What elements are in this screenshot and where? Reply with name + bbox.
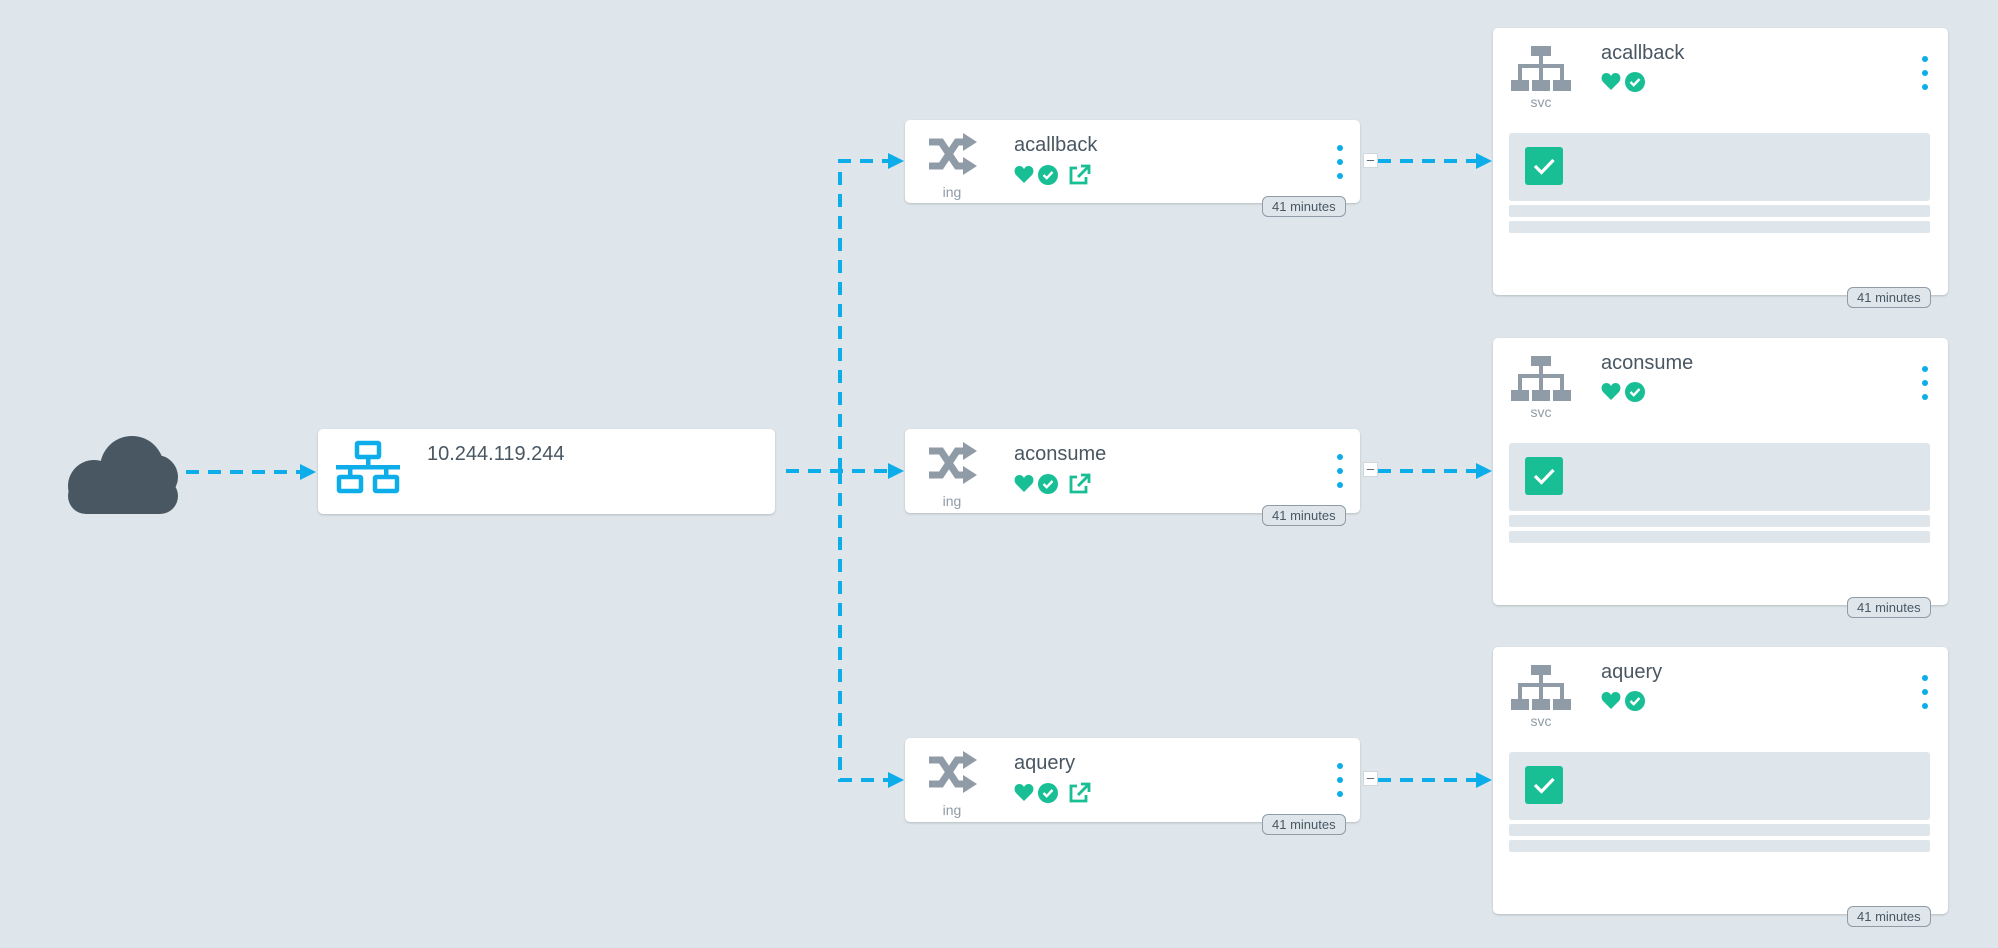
edge-arrowhead <box>1476 153 1492 169</box>
edge-arrowhead <box>1476 772 1492 788</box>
ingress-status <box>1014 473 1092 495</box>
pod-check-icon[interactable] <box>1525 766 1563 804</box>
service-kind-label: svc <box>1530 713 1552 729</box>
heart-icon <box>1601 73 1621 90</box>
shuffle-icon <box>927 750 977 801</box>
external-link-icon[interactable] <box>1068 473 1092 495</box>
service-kind-label: svc <box>1530 404 1552 420</box>
pod-strip <box>1509 205 1930 217</box>
ingress-title: aquery <box>1014 752 1076 774</box>
edge-arrowhead <box>1476 463 1492 479</box>
pod-group <box>1509 443 1930 511</box>
check-circle-icon <box>1038 474 1058 494</box>
service-status <box>1601 382 1645 402</box>
ingress-collapse-button[interactable]: – <box>1363 771 1378 786</box>
pod-check-icon[interactable] <box>1525 147 1563 185</box>
edge-line <box>838 159 888 471</box>
ingress-status <box>1014 782 1092 804</box>
sitemap-icon <box>1511 356 1571 407</box>
heart-icon <box>1601 692 1621 709</box>
service-title: acallback <box>1601 42 1685 64</box>
pod-strip <box>1509 824 1930 836</box>
ingress-node-aconsume[interactable]: ing aconsume – 41 minutes <box>905 429 1378 526</box>
service-node-aconsume[interactable]: svc aconsume 41 minutes <box>1493 338 1948 618</box>
pod-strip <box>1509 531 1930 543</box>
service-title: aconsume <box>1601 352 1694 374</box>
heart-icon <box>1014 475 1034 492</box>
pod-strip <box>1509 221 1930 233</box>
ingress-collapse-button[interactable]: – <box>1363 462 1378 477</box>
ingress-collapse-button[interactable]: – <box>1363 153 1378 168</box>
ingress-age-badge: 41 minutes <box>1262 196 1346 217</box>
edge-line <box>838 471 888 782</box>
service-age-badge: 41 minutes <box>1847 287 1931 308</box>
service-menu-button[interactable] <box>1917 675 1933 711</box>
heart-icon <box>1014 784 1034 801</box>
shuffle-icon <box>927 132 977 183</box>
service-status <box>1601 72 1645 92</box>
heart-icon <box>1601 383 1621 400</box>
ingress-status <box>1014 164 1092 186</box>
service-status <box>1601 691 1645 711</box>
loadbalancer-title: 10.244.119.244 <box>427 443 565 465</box>
ingress-node-aquery[interactable]: ing aquery – 41 minutes <box>905 738 1378 835</box>
service-menu-button[interactable] <box>1917 56 1933 92</box>
cloud-icon <box>56 430 190 522</box>
loadbalancer-node[interactable]: 10.244.119.244 <box>318 429 775 514</box>
edge-arrowhead <box>888 463 904 479</box>
service-node-acallback[interactable]: svc acallback 41 minutes <box>1493 28 1948 308</box>
service-title: aquery <box>1601 661 1663 683</box>
external-link-icon[interactable] <box>1068 164 1092 186</box>
pod-group <box>1509 752 1930 820</box>
sitemap-icon <box>1511 665 1571 716</box>
service-age-badge: 41 minutes <box>1847 597 1931 618</box>
pod-strip <box>1509 840 1930 852</box>
ingress-menu-button[interactable] <box>1332 454 1348 490</box>
ingress-kind-label: ing <box>942 802 962 818</box>
edge-arrowhead <box>300 464 316 480</box>
shuffle-icon <box>927 441 977 492</box>
ingress-menu-button[interactable] <box>1332 145 1348 181</box>
edge-arrowhead <box>888 772 904 788</box>
pod-group <box>1509 133 1930 201</box>
ingress-node-acallback[interactable]: ing acallback – 41 minutes <box>905 120 1378 217</box>
ingress-menu-button[interactable] <box>1332 763 1348 799</box>
ingress-title: acallback <box>1014 134 1098 156</box>
check-circle-icon <box>1625 691 1645 711</box>
network-icon <box>336 440 400 499</box>
service-kind-label: svc <box>1530 94 1552 110</box>
check-circle-icon <box>1038 165 1058 185</box>
pod-strip <box>1509 515 1930 527</box>
ingress-title: aconsume <box>1014 443 1107 465</box>
ingress-age-badge: 41 minutes <box>1262 505 1346 526</box>
external-link-icon[interactable] <box>1068 782 1092 804</box>
service-node-aquery[interactable]: svc aquery 41 minutes <box>1493 647 1948 927</box>
sitemap-icon <box>1511 46 1571 97</box>
edge-arrowhead <box>888 153 904 169</box>
pod-check-icon[interactable] <box>1525 457 1563 495</box>
ingress-kind-label: ing <box>942 493 962 509</box>
ingress-age-badge: 41 minutes <box>1262 814 1346 835</box>
ingress-kind-label: ing <box>942 184 962 200</box>
check-circle-icon <box>1625 72 1645 92</box>
heart-icon <box>1014 166 1034 183</box>
check-circle-icon <box>1625 382 1645 402</box>
check-circle-icon <box>1038 783 1058 803</box>
service-age-badge: 41 minutes <box>1847 906 1931 927</box>
service-menu-button[interactable] <box>1917 366 1933 402</box>
